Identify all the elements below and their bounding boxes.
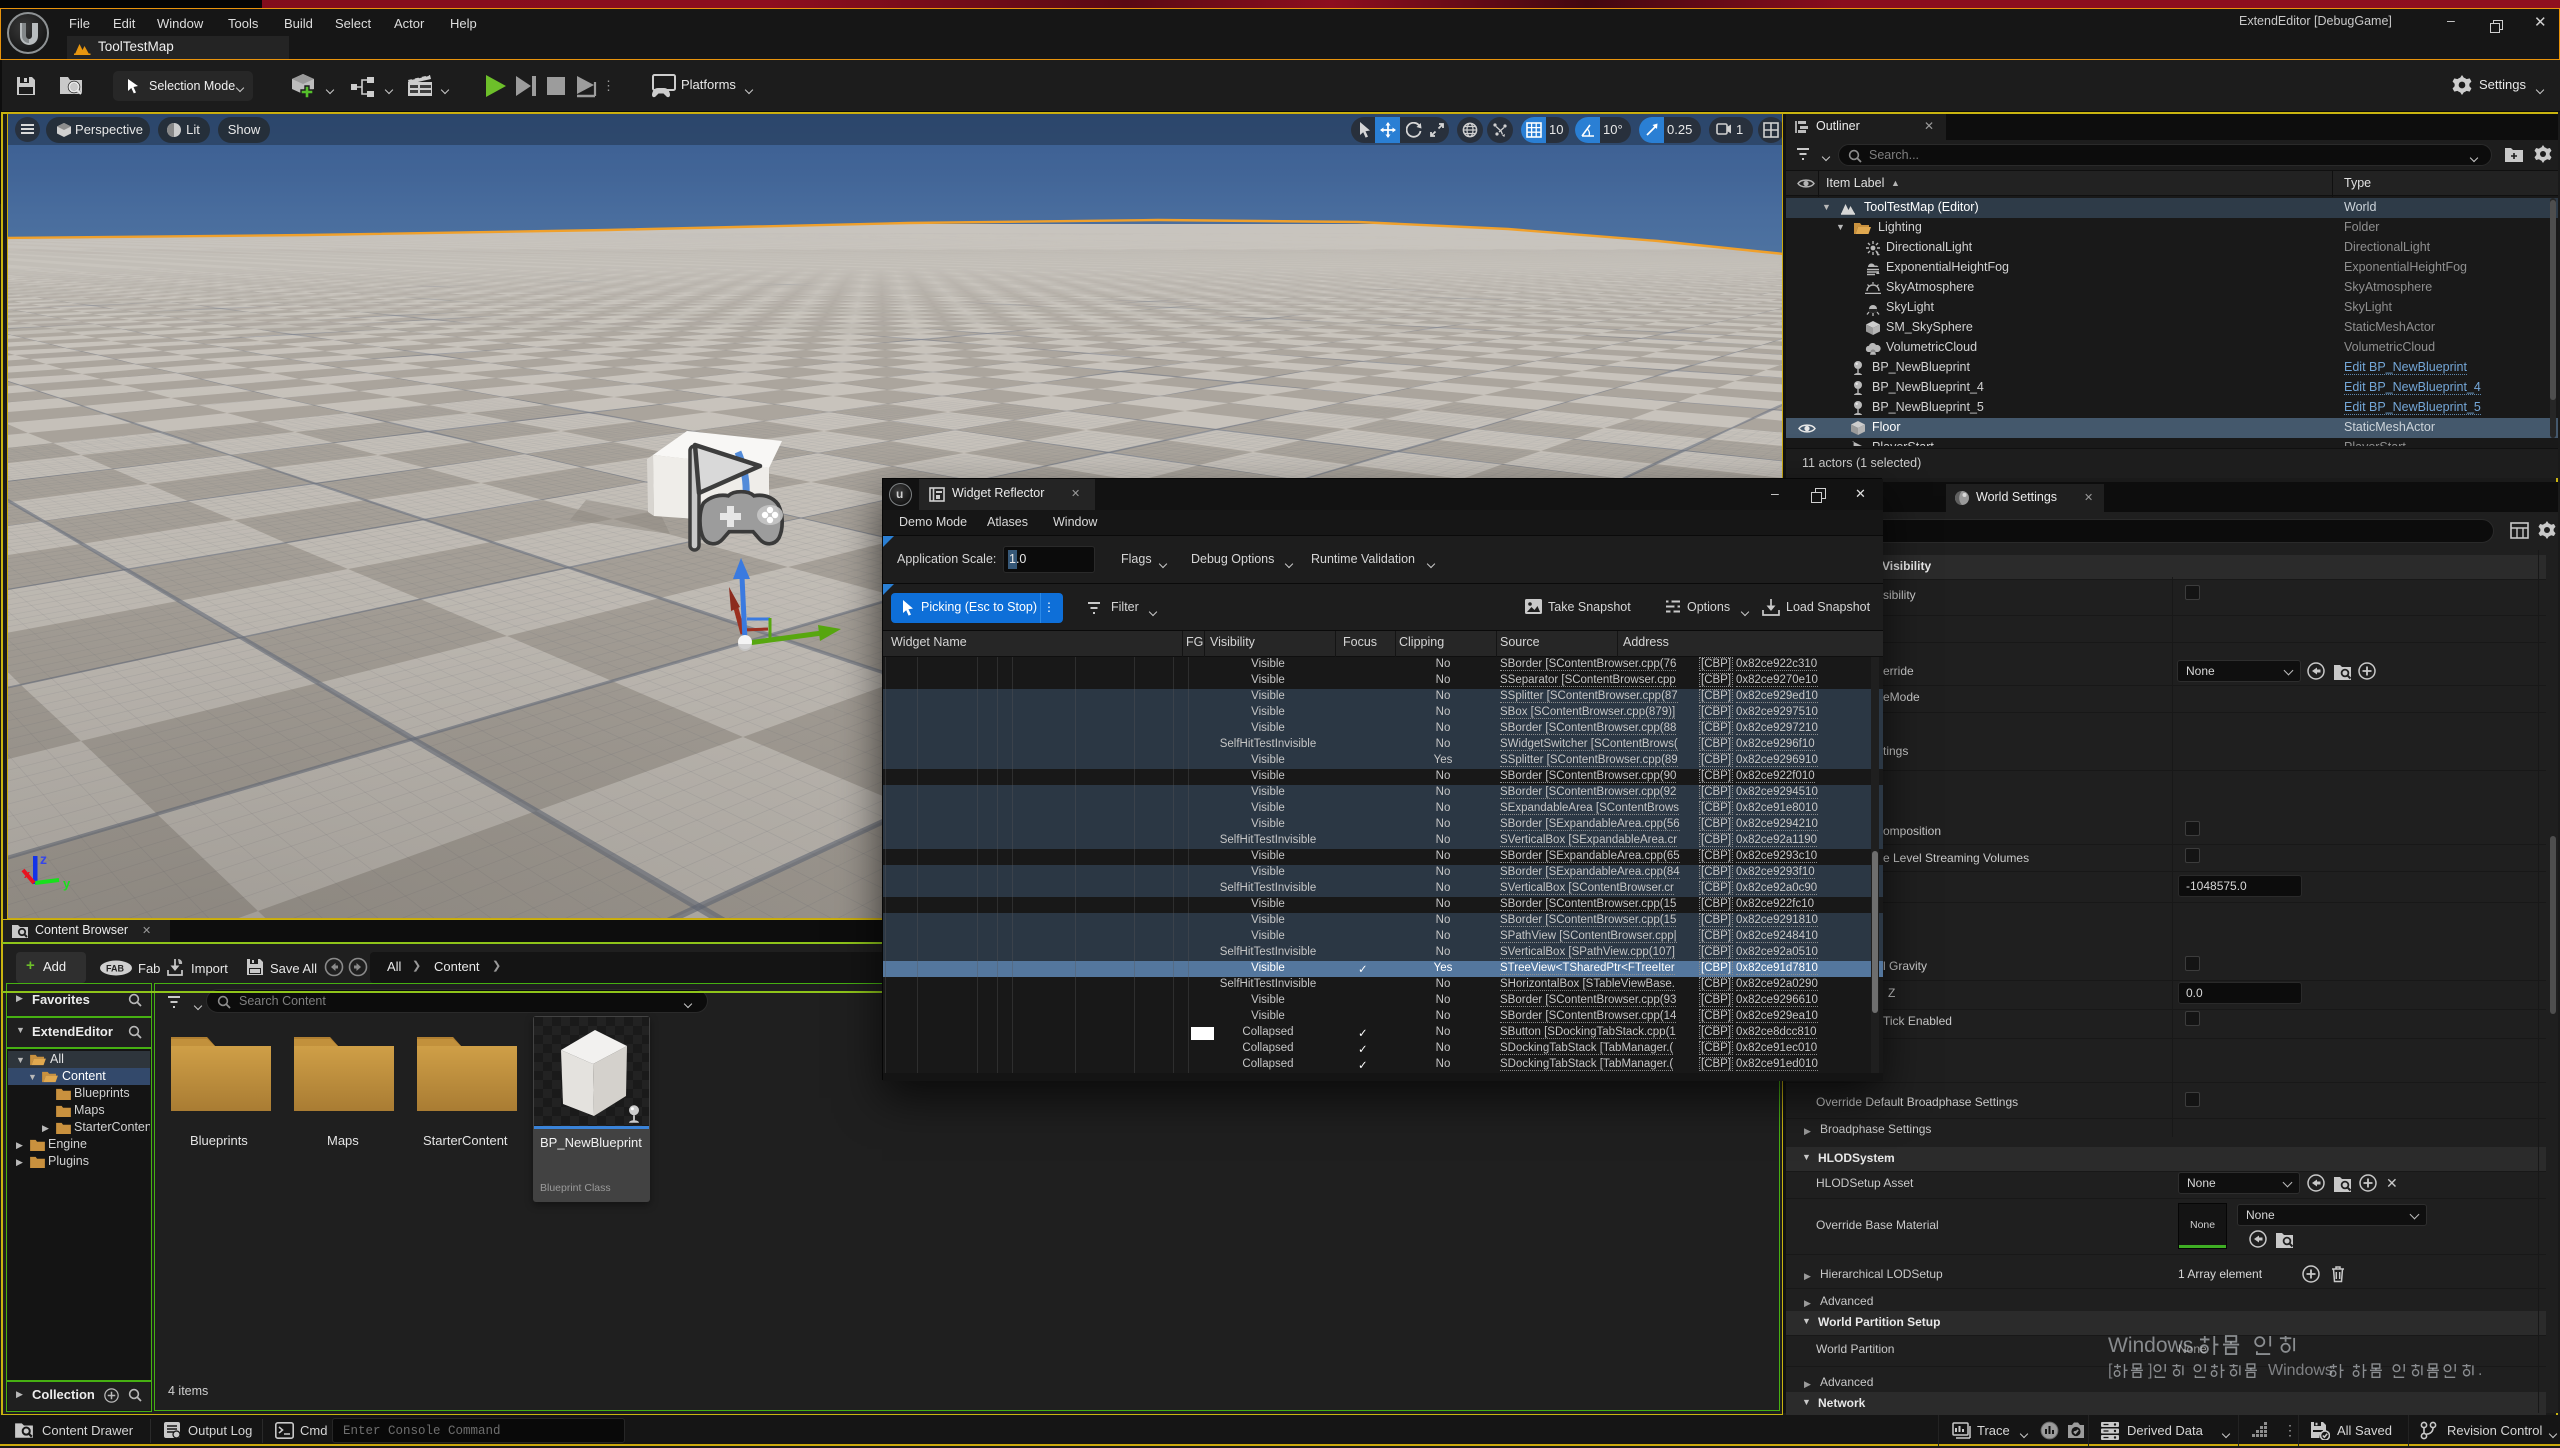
svg-text:z: z bbox=[40, 851, 47, 867]
svg-text:Windows: Windows bbox=[2108, 1334, 2193, 1357]
svg-text:Windows: Windows bbox=[2268, 1362, 2333, 1379]
svg-text:.: . bbox=[2478, 1362, 2482, 1379]
svg-text:[: [ bbox=[2108, 1362, 2113, 1379]
svg-text:x: x bbox=[24, 869, 31, 881]
svg-text:y: y bbox=[63, 876, 71, 891]
svg-text:]: ] bbox=[2148, 1362, 2152, 1379]
